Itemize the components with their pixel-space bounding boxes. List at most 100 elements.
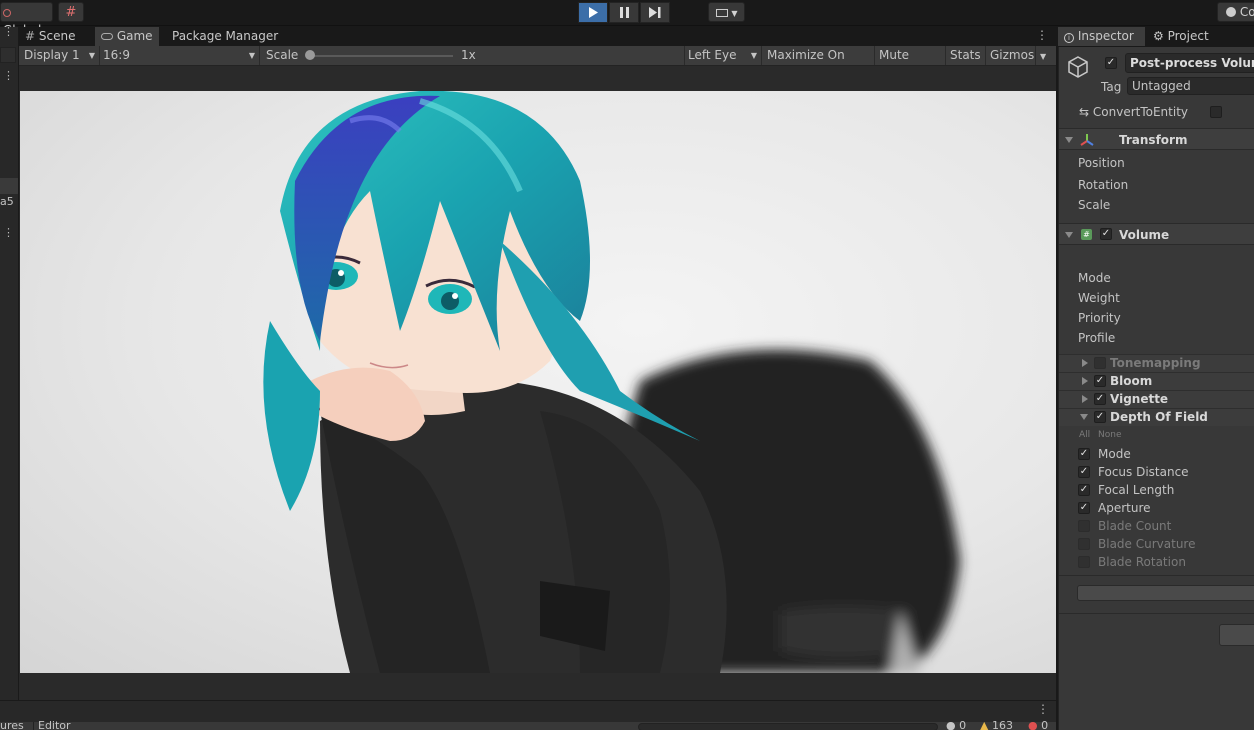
foldout-arrow-icon[interactable] [1082, 395, 1088, 403]
console-search-input[interactable] [638, 723, 938, 730]
tab-project-settings[interactable]: ⚙ Project Setting [1147, 27, 1254, 62]
device-dropdown-button[interactable]: ▼ [708, 2, 745, 22]
error-icon: ● [1028, 719, 1038, 730]
param-override-checkbox[interactable] [1078, 520, 1090, 532]
param-label: Blade Rotation [1098, 555, 1186, 569]
collab-button[interactable]: Co [1217, 2, 1254, 22]
game-view-toolbar: Display 1 ▼ 16:9 ▼ Scale 1x Left Eye ▼ M… [19, 46, 1056, 81]
stats-label: Stats [950, 48, 981, 62]
param-label: Blade Curvature [1098, 537, 1196, 551]
tab-game[interactable]: Game [95, 27, 159, 46]
override-label: Vignette [1110, 392, 1169, 406]
selected-row[interactable] [0, 178, 18, 194]
left-strip-label: a5 [0, 195, 14, 208]
bottom-left-label: ures [0, 719, 24, 730]
grid-icon: # [65, 5, 77, 20]
override-label: Bloom [1110, 374, 1153, 388]
tab-scene-label: Scene [38, 29, 76, 43]
eye-dropdown[interactable]: Left Eye ▼ [684, 46, 762, 65]
step-button[interactable] [640, 2, 670, 23]
override-toggle-checkbox[interactable]: ✓ [1094, 375, 1106, 387]
override-toggle-checkbox[interactable]: ✓ [1094, 393, 1106, 405]
volume-script-icon: # [1081, 229, 1092, 240]
override-toggle-checkbox[interactable] [1094, 357, 1106, 369]
transform-component-header[interactable]: Transform [1059, 128, 1254, 150]
left-panel-strip: ⋮ ⋮ a5 ⋮ [0, 26, 19, 700]
foldout-arrow-icon[interactable] [1080, 414, 1088, 420]
divider [1059, 575, 1254, 576]
panel-input[interactable] [0, 47, 16, 63]
menu-dots-icon[interactable]: ⋮ [3, 226, 14, 239]
transform-title: Transform [1119, 133, 1188, 147]
pause-button[interactable] [609, 2, 639, 23]
foldout-arrow-icon[interactable] [1082, 359, 1088, 367]
info-count[interactable]: ● 0 [946, 719, 966, 730]
param-override-checkbox[interactable]: ✓ [1078, 484, 1090, 496]
mute-audio-toggle[interactable]: Mute Audio [876, 46, 946, 81]
gizmos-dropdown[interactable]: ▼ [1037, 46, 1056, 65]
stats-toggle[interactable]: Stats [947, 46, 986, 65]
console-menu-dots-icon[interactable]: ⋮ [1037, 702, 1049, 716]
display-label: Display 1 [24, 48, 80, 62]
play-button[interactable] [578, 2, 608, 23]
override-row[interactable]: ✓ Vignette [1059, 390, 1254, 408]
select-none-link[interactable]: None [1098, 430, 1121, 440]
menu-dots-icon[interactable]: ⋮ [3, 26, 14, 37]
tab-package-manager[interactable]: Package Manager [166, 27, 284, 46]
volume-title: Volume [1119, 228, 1170, 242]
position-label: Position [1078, 156, 1125, 170]
param-override-checkbox[interactable] [1078, 556, 1090, 568]
tag-dropdown[interactable]: Untagged [1127, 77, 1254, 95]
scale-slider-handle[interactable] [305, 50, 315, 60]
param-override-checkbox[interactable]: ✓ [1078, 466, 1090, 478]
param-override-checkbox[interactable]: ✓ [1078, 502, 1090, 514]
override-row[interactable]: ✓ Bloom [1059, 372, 1254, 390]
aspect-dropdown[interactable]: 16:9 ▼ [100, 46, 260, 65]
gizmos-toggle[interactable]: Gizmos [987, 46, 1036, 65]
chevron-down-icon: ▼ [88, 51, 95, 60]
volume-enabled-checkbox[interactable]: ✓ [1100, 228, 1112, 240]
menu-dots-icon[interactable]: ⋮ [3, 69, 14, 82]
bottom-toolbar: ures Editor ● 0 ▲ 163 ● 0 [0, 719, 1056, 730]
grid-snap-button[interactable]: # [58, 2, 84, 22]
device-icon [715, 9, 728, 17]
global-toggle-button[interactable]: Global [0, 2, 53, 37]
tag-value: Untagged [1132, 79, 1191, 93]
collab-label: Co [1239, 5, 1254, 19]
tab-menu-dots-icon[interactable]: ⋮ [1036, 28, 1048, 42]
select-all-link[interactable]: All [1079, 430, 1090, 440]
foldout-arrow-icon[interactable] [1082, 377, 1088, 385]
maximize-on-play-toggle[interactable]: Maximize On Play [764, 46, 875, 81]
tab-game-label: Game [116, 29, 153, 43]
scene-hash-icon: # [25, 29, 36, 43]
editor-dropdown[interactable]: Editor [33, 719, 83, 730]
add-component-button[interactable] [1219, 624, 1254, 646]
tab-inspector[interactable]: i Inspector [1058, 27, 1145, 46]
param-override-checkbox[interactable] [1078, 538, 1090, 550]
gameobject-active-checkbox[interactable]: ✓ [1105, 57, 1117, 69]
override-row[interactable]: Tonemapping [1059, 354, 1254, 372]
display-dropdown[interactable]: Display 1 ▼ [21, 46, 100, 65]
override-row[interactable]: ✓ Depth Of Field [1059, 408, 1254, 426]
tab-scene[interactable]: # Scene [19, 27, 81, 46]
transform-axes-icon [1080, 133, 1094, 150]
add-override-button[interactable] [1077, 585, 1254, 601]
pivot-icon [3, 9, 11, 17]
step-icon [649, 7, 661, 18]
override-label: Tonemapping [1110, 356, 1201, 370]
scale-slider-track[interactable] [307, 55, 453, 57]
convert-to-entity-checkbox[interactable] [1210, 106, 1222, 118]
game-view-tabs: # Scene Game Package Manager ⋮ [19, 27, 1056, 46]
game-viewport[interactable] [20, 91, 1056, 673]
gameobject-name-field[interactable]: Post-process Volume [1125, 53, 1254, 73]
aspect-label: 16:9 [103, 48, 130, 62]
override-toggle-checkbox[interactable]: ✓ [1094, 411, 1106, 423]
error-count[interactable]: ● 0 [1028, 719, 1048, 730]
pause-icon [619, 7, 629, 18]
param-override-checkbox[interactable]: ✓ [1078, 448, 1090, 460]
param-label: Mode [1098, 447, 1131, 461]
convert-arrows-icon: ⇆ [1079, 105, 1090, 119]
eye-label: Left Eye [688, 48, 737, 62]
volume-component-header[interactable]: # ✓ Volume [1059, 223, 1254, 245]
warning-count[interactable]: ▲ 163 [980, 719, 1013, 730]
